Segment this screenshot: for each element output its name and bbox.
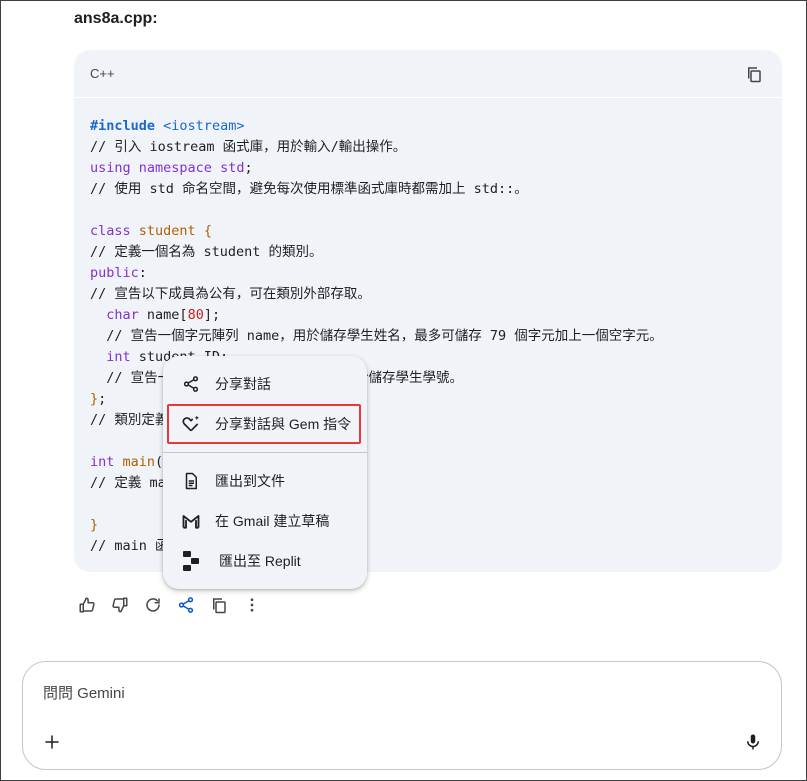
code-line: class student {	[90, 223, 212, 239]
menu-item-label: 分享對話與 Gem 指令	[215, 416, 352, 432]
response-filename: ans8a.cpp:	[74, 10, 158, 27]
copy-icon	[212, 598, 226, 614]
menu-item-export-replit[interactable]: 匯出至 Replit	[163, 541, 367, 581]
prompt-input-placeholder: 問問 Gemini	[43, 685, 125, 702]
more-vertical-icon	[250, 598, 253, 612]
code-block-header: C++	[74, 50, 782, 98]
code-line: // 宣告以下成員為公有，可在類別外部存取。	[90, 286, 371, 302]
menu-item-label: 匯出到文件	[215, 473, 285, 489]
code-line: // 宣告一個字元陣列 name，用於儲存學生姓名，最多可儲存 79 個字元加上…	[90, 328, 663, 344]
code-line: // 定義一個名為 student 的類別。	[90, 244, 323, 260]
copy-icon	[748, 66, 761, 82]
add-attachment-button[interactable]	[40, 730, 64, 754]
replit-icon	[179, 549, 203, 573]
response-actions	[74, 595, 264, 615]
menu-item-label: 在 Gmail 建立草稿	[215, 513, 330, 529]
share-menu: 分享對話 分享對話與 Gem 指令 匯出到文件 在 Gmail 建立草稿 匯出至…	[163, 356, 367, 589]
copy-response-button[interactable]	[206, 595, 231, 615]
thumbs-down-icon	[111, 597, 127, 613]
copy-code-button[interactable]	[742, 62, 766, 86]
thumbs-down-button[interactable]	[107, 595, 132, 615]
code-language-label: C++	[90, 66, 115, 81]
docs-icon	[179, 469, 203, 493]
menu-item-gmail-draft[interactable]: 在 Gmail 建立草稿	[163, 501, 367, 541]
menu-item-label: 分享對話	[215, 376, 271, 392]
share-button[interactable]	[173, 595, 198, 615]
plus-icon	[45, 735, 59, 749]
code-line: using namespace std;	[90, 160, 253, 176]
code-line: char name[80];	[106, 307, 221, 323]
microphone-icon	[747, 734, 759, 750]
share-icon	[179, 372, 203, 396]
microphone-button[interactable]	[741, 730, 765, 754]
thumbs-up-icon	[79, 597, 95, 613]
menu-item-share-with-gem[interactable]: 分享對話與 Gem 指令	[163, 404, 367, 444]
more-options-button[interactable]	[239, 595, 264, 615]
regenerate-button[interactable]	[140, 595, 165, 615]
gem-heart-icon	[179, 412, 203, 436]
menu-divider	[163, 452, 367, 453]
refresh-icon	[145, 598, 160, 612]
menu-item-label: 匯出至 Replit	[219, 553, 301, 569]
menu-item-export-docs[interactable]: 匯出到文件	[163, 461, 367, 501]
code-line: public:	[90, 265, 147, 281]
menu-item-share-conversation[interactable]: 分享對話	[163, 364, 367, 404]
gmail-icon	[179, 509, 203, 533]
thumbs-up-button[interactable]	[74, 595, 99, 615]
code-line: // 引入 iostream 函式庫，用於輸入/輸出操作。	[90, 139, 407, 155]
code-line: #include <iostream>	[90, 118, 245, 134]
share-icon	[178, 597, 193, 613]
prompt-input-box[interactable]: 問問 Gemini	[22, 661, 782, 770]
code-line: // 使用 std 命名空間，避免每次使用標準函式庫時都需加上 std::。	[90, 181, 528, 197]
